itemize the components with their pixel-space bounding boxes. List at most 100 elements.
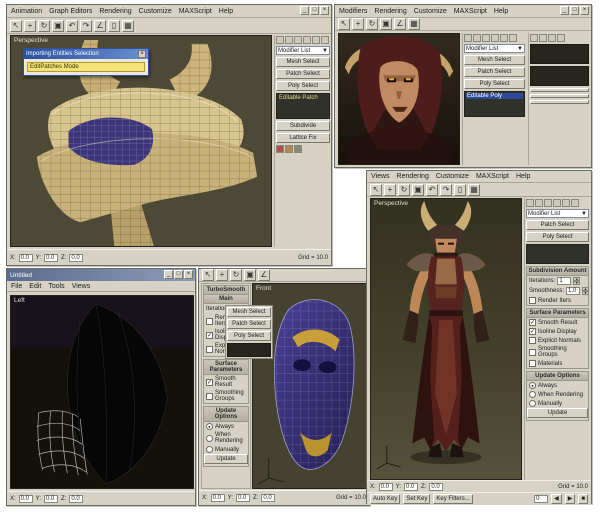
radio-button[interactable]: ●	[529, 382, 536, 389]
coord-z-field[interactable]: 0.0	[69, 254, 83, 262]
radio-button[interactable]	[529, 391, 536, 398]
hierarchy-tab-icon[interactable]	[294, 36, 302, 44]
viewport-label[interactable]: Front	[256, 285, 271, 292]
utilities-tab-icon[interactable]	[509, 34, 517, 42]
title-bar[interactable]: Untitled _ □ ×	[7, 269, 195, 281]
minimize-button[interactable]: _	[560, 6, 569, 15]
subdivide-button[interactable]: Subdivide	[276, 121, 330, 131]
redo-icon[interactable]: ↷	[440, 184, 452, 196]
move-tool-icon[interactable]: +	[384, 184, 396, 196]
maximize-button[interactable]: □	[174, 270, 183, 279]
select-tool-icon[interactable]: ↖	[370, 184, 382, 196]
coord-z-field[interactable]: 0.0	[69, 495, 83, 503]
viewport-helmet[interactable]: Perspective Importing Entities Selection…	[10, 35, 272, 247]
poly-select-button[interactable]: Poly Select	[464, 79, 525, 89]
patch-select-button[interactable]: Patch Select	[227, 319, 271, 329]
stack-item[interactable]: Editable Patch	[278, 95, 328, 101]
radio-button[interactable]	[206, 435, 213, 442]
menu-maxscript[interactable]: MAXScript	[454, 8, 487, 15]
scale-tool-icon[interactable]: ▣	[412, 184, 424, 196]
select-tool-icon[interactable]: ↖	[10, 20, 22, 32]
render-icon[interactable]: ▦	[122, 20, 134, 32]
stack-item[interactable]: Editable Poly	[466, 93, 523, 99]
mirror-tool-icon[interactable]: ▯	[108, 20, 120, 32]
checkbox-smoothing-groups[interactable]: Smoothing Groups	[527, 345, 588, 359]
coord-y-field[interactable]: 0.0	[44, 254, 58, 262]
lattice-fix-button[interactable]: Lattice Fix	[276, 133, 330, 143]
material-preview-thumbnail[interactable]	[530, 66, 589, 86]
rollout-title[interactable]: Subdivision Amount	[527, 267, 588, 276]
viewport-character[interactable]: Perspective	[370, 198, 522, 480]
close-button[interactable]: ×	[184, 270, 193, 279]
radio-button[interactable]: ●	[206, 423, 213, 430]
rollout-title[interactable]: Update Options	[527, 372, 588, 381]
motion-tab-icon[interactable]	[491, 34, 499, 42]
menu-customize[interactable]: Customize	[414, 8, 447, 15]
checkbox-smoothing-groups[interactable]: Smoothing Groups	[204, 389, 248, 403]
modifier-stack[interactable]	[526, 244, 589, 264]
current-frame-field[interactable]: 0	[534, 495, 548, 503]
menu-maxscript[interactable]: MAXScript	[476, 173, 509, 180]
checkbox-isoline-display[interactable]: ✓ Isoline Display	[527, 327, 588, 336]
rollout-title[interactable]: Surface Parameters	[204, 360, 248, 375]
rotate-tool-icon[interactable]: ↻	[366, 18, 378, 30]
mesh-select-button[interactable]: Mesh Select	[464, 55, 525, 65]
rollout-title[interactable]: Surface Parameters	[527, 309, 588, 318]
minimize-button[interactable]: _	[164, 270, 173, 279]
modifier-list-dropdown[interactable]: Modifier List ▼	[464, 44, 525, 53]
checkbox-smooth-result[interactable]: ✓ Smooth Result	[204, 375, 248, 389]
utilities-tab-icon[interactable]	[571, 199, 579, 207]
move-tool-icon[interactable]: +	[24, 20, 36, 32]
menu-views[interactable]: Views	[72, 283, 91, 290]
smoothness-field[interactable]: 1.0	[566, 287, 580, 295]
radio-manually[interactable]: Manually	[527, 399, 588, 408]
poly-select-button[interactable]: Poly Select	[276, 81, 330, 91]
checkbox-render-iters[interactable]: Render Iters	[527, 296, 588, 305]
modifier-stack[interactable]: Editable Poly	[464, 91, 525, 117]
menu-edit[interactable]: Edit	[29, 283, 41, 290]
close-button[interactable]: ×	[320, 6, 329, 15]
coord-x-field[interactable]: 0.0	[19, 495, 33, 503]
checkbox-box[interactable]	[206, 318, 213, 325]
update-button[interactable]: Update	[527, 408, 588, 418]
patch-select-button[interactable]: Patch Select	[276, 69, 330, 79]
modifier-stack[interactable]	[227, 343, 271, 357]
radio-button[interactable]	[529, 400, 536, 407]
prev-frame-icon[interactable]: ◀	[551, 494, 562, 504]
select-tool-icon[interactable]: ↖	[202, 269, 214, 281]
panel-icon[interactable]	[557, 34, 565, 42]
radio-always[interactable]: ● Always	[204, 422, 248, 431]
modify-tab-icon[interactable]	[285, 36, 293, 44]
close-button[interactable]: ×	[580, 6, 589, 15]
checkbox-box[interactable]: ✓	[206, 379, 213, 386]
modify-tab-icon[interactable]	[473, 34, 481, 42]
move-tool-icon[interactable]: +	[216, 269, 228, 281]
menu-file[interactable]: File	[11, 283, 22, 290]
checkbox-box[interactable]: ✓	[206, 332, 213, 339]
close-icon[interactable]: ×	[138, 50, 146, 58]
mesh-select-button[interactable]: Mesh Select	[227, 307, 271, 317]
panel-button[interactable]	[530, 88, 589, 92]
radio-when-rendering[interactable]: When Rendering	[527, 390, 588, 399]
panel-icon[interactable]	[530, 34, 538, 42]
modifier-list-dropdown[interactable]: Modifier List ▼	[276, 46, 330, 55]
display-tab-icon[interactable]	[312, 36, 320, 44]
panel-button[interactable]	[530, 100, 589, 104]
face-mode-icon[interactable]	[294, 145, 302, 153]
coord-x-field[interactable]: 0.0	[379, 483, 393, 491]
patch-select-button[interactable]: Patch Select	[526, 220, 589, 230]
viewport-label[interactable]: Left	[14, 297, 25, 304]
key-filters-button[interactable]: Key Filters...	[433, 494, 472, 504]
menu-rendering[interactable]: Rendering	[397, 173, 429, 180]
coord-z-field[interactable]: 0.0	[261, 494, 275, 502]
rollout-title[interactable]: TurboSmooth	[204, 286, 248, 295]
checkbox-box[interactable]	[529, 360, 536, 367]
coord-x-field[interactable]: 0.0	[211, 494, 225, 502]
menu-customize[interactable]: Customize	[139, 8, 172, 15]
rollout-title[interactable]: Update Options	[204, 407, 248, 422]
checkbox-box[interactable]	[206, 393, 213, 400]
scale-tool-icon[interactable]: ▣	[52, 20, 64, 32]
hierarchy-tab-icon[interactable]	[482, 34, 490, 42]
snap-toggle-icon[interactable]: ∠	[394, 18, 406, 30]
spinner[interactable]: ▲▼	[573, 277, 580, 285]
